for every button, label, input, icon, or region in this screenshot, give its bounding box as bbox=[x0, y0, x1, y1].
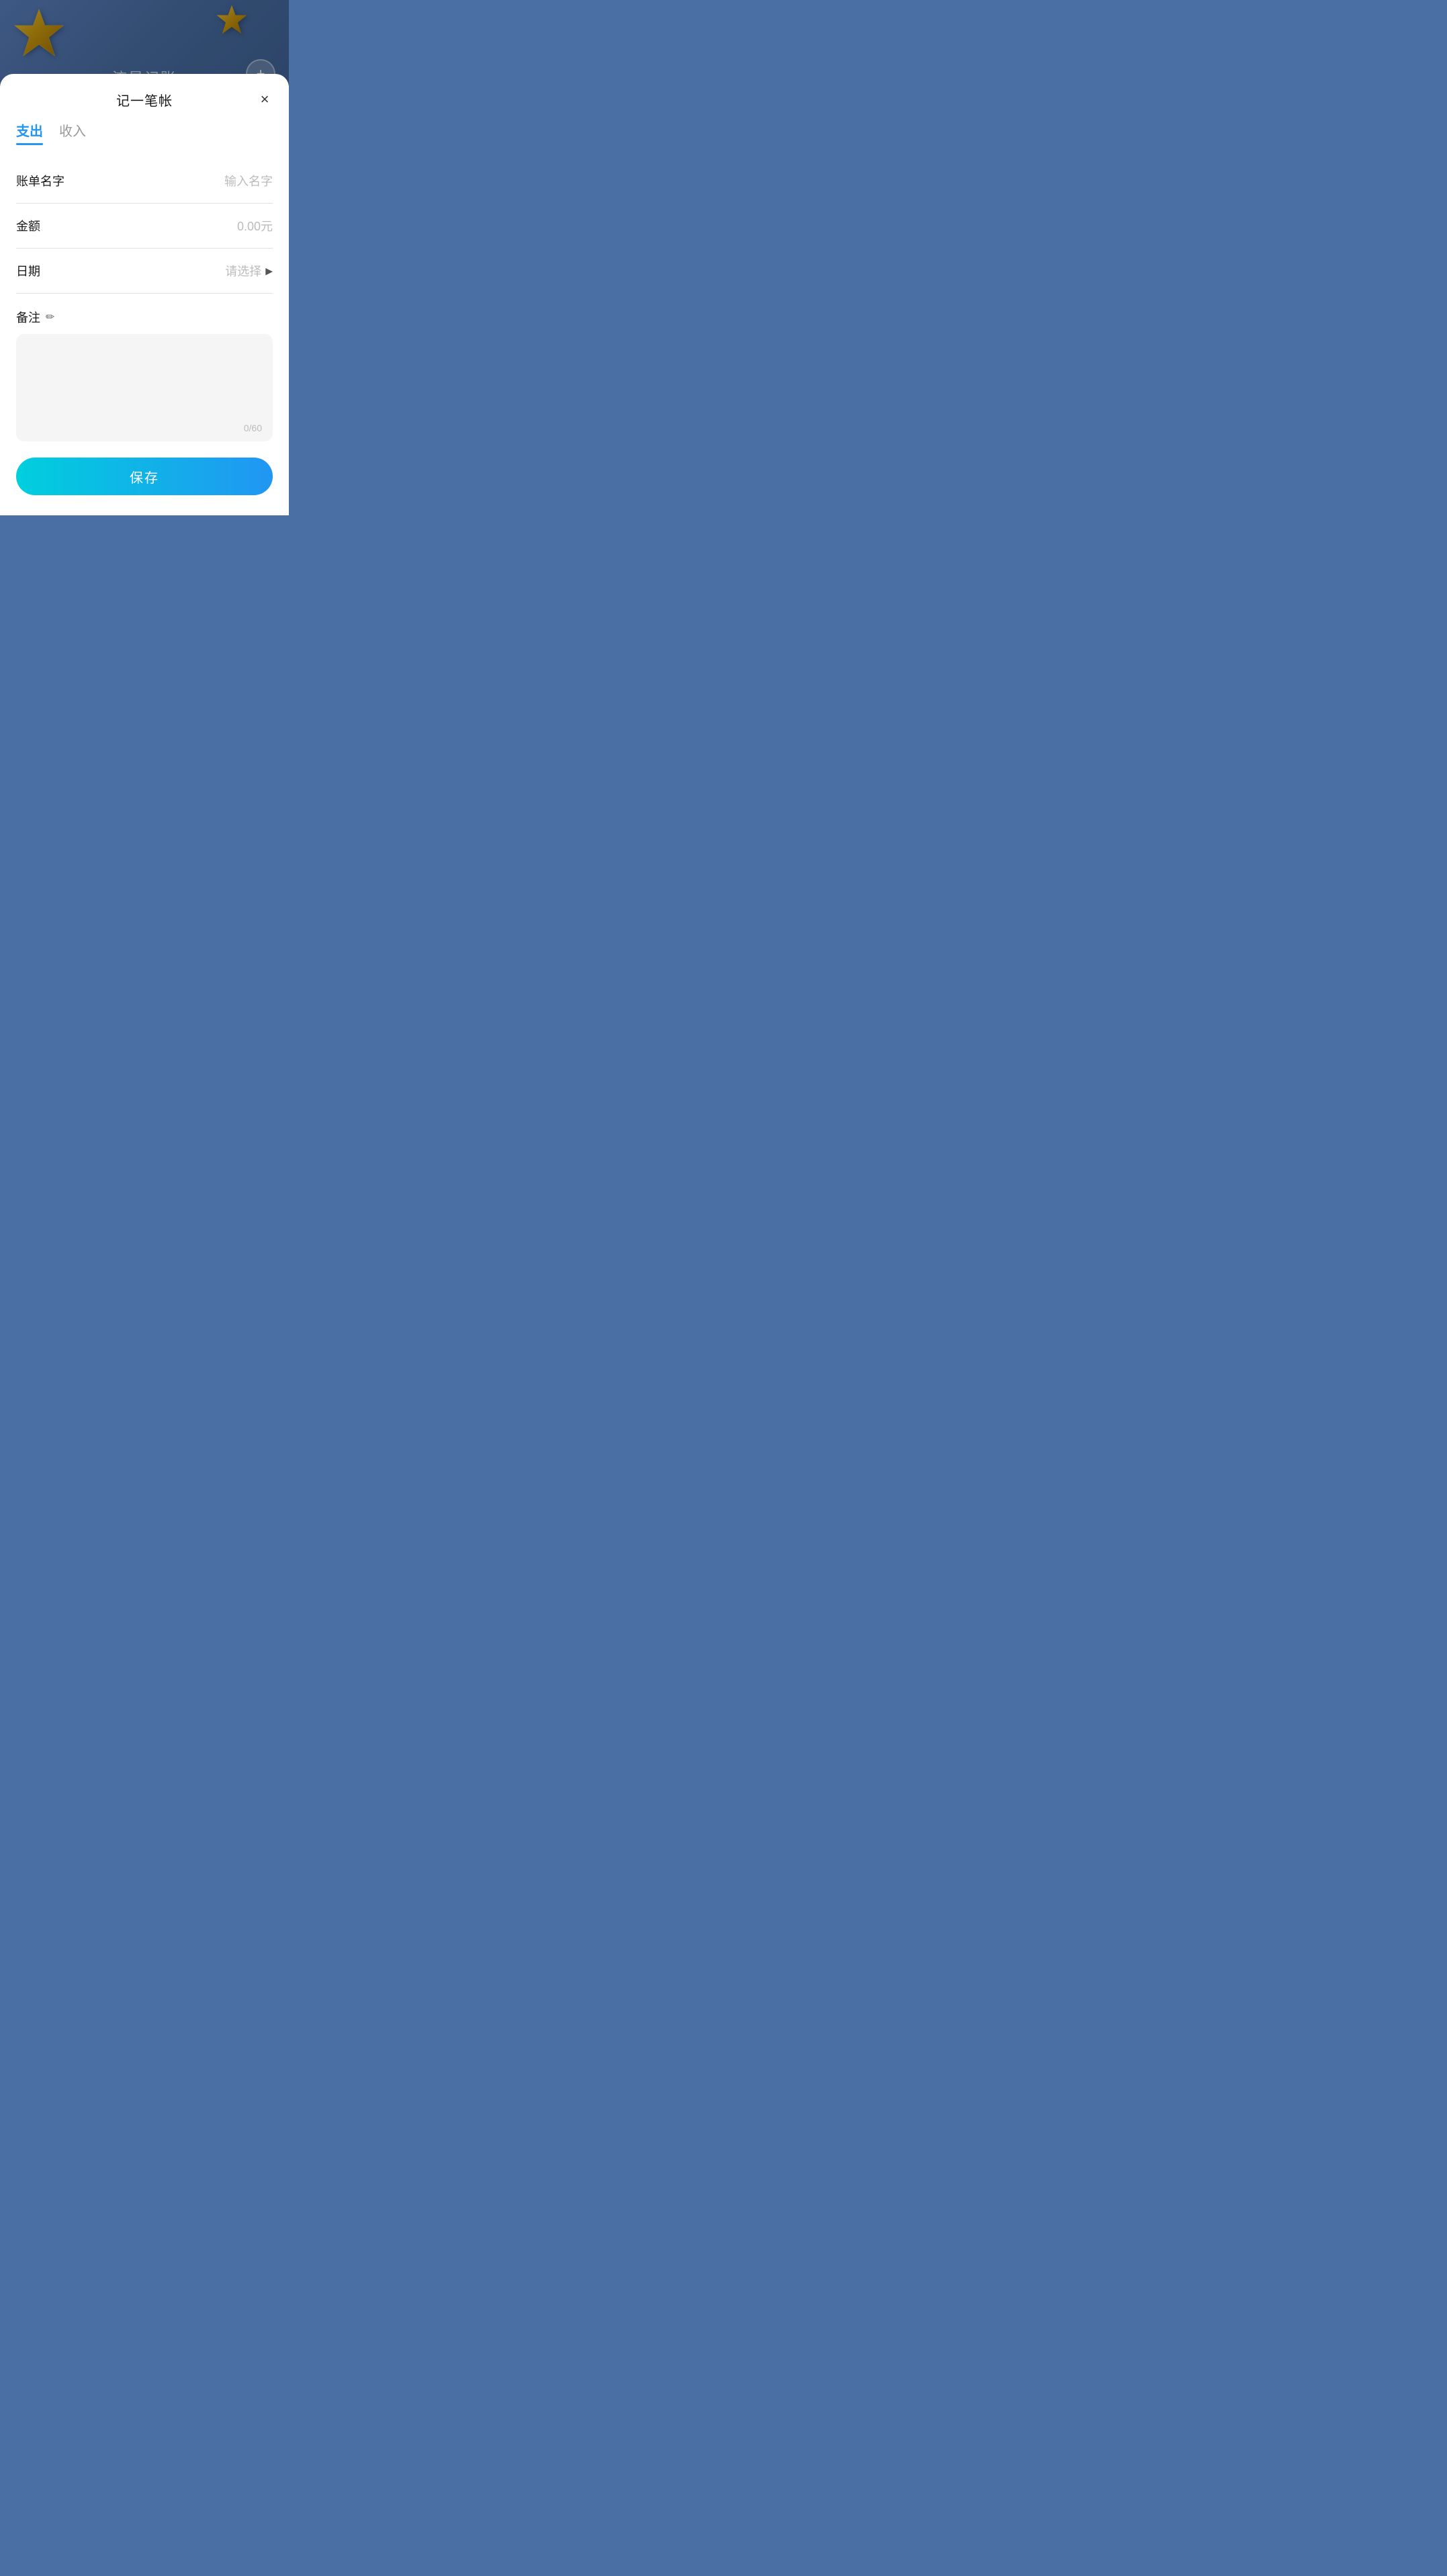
amount-label: 金额 bbox=[16, 217, 40, 234]
modal: 记一笔帐 × 支出 收入 账单名字 输入名字 金额 0.00元 bbox=[0, 74, 289, 515]
modal-overlay: 记一笔帐 × 支出 收入 账单名字 输入名字 金额 0.00元 bbox=[0, 0, 289, 515]
modal-title: 记一笔帐 bbox=[116, 90, 173, 110]
remark-label: 备注 bbox=[16, 308, 40, 326]
name-label: 账单名字 bbox=[16, 172, 64, 189]
remark-textarea-wrapper: 0/60 bbox=[16, 334, 273, 441]
remark-label-row: 备注 ✏ bbox=[16, 296, 273, 334]
name-row[interactable]: 账单名字 输入名字 bbox=[16, 159, 273, 204]
remark-section: 备注 ✏ 0/60 bbox=[0, 296, 289, 441]
save-button-wrapper: 保存 bbox=[0, 441, 289, 495]
date-arrow-icon: ▶ bbox=[265, 265, 273, 277]
save-button[interactable]: 保存 bbox=[16, 458, 273, 495]
tab-income[interactable]: 收入 bbox=[59, 120, 86, 145]
tab-bar: 支出 收入 bbox=[0, 120, 289, 145]
date-label: 日期 bbox=[16, 262, 40, 280]
name-input[interactable]: 输入名字 bbox=[224, 172, 273, 189]
remark-textarea[interactable] bbox=[27, 345, 262, 425]
char-count: 0/60 bbox=[244, 423, 262, 433]
close-button[interactable]: × bbox=[254, 89, 275, 110]
amount-row[interactable]: 金额 0.00元 bbox=[16, 204, 273, 249]
date-row[interactable]: 日期 请选择 ▶ bbox=[16, 249, 273, 294]
date-value-row: 请选择 ▶ bbox=[225, 262, 273, 280]
modal-header: 记一笔帐 × bbox=[0, 74, 289, 120]
edit-icon[interactable]: ✏ bbox=[46, 310, 54, 324]
tab-expense[interactable]: 支出 bbox=[16, 120, 43, 145]
date-placeholder: 请选择 bbox=[225, 262, 261, 280]
amount-input[interactable]: 0.00元 bbox=[237, 217, 273, 234]
form-section: 账单名字 输入名字 金额 0.00元 日期 请选择 ▶ bbox=[0, 159, 289, 294]
